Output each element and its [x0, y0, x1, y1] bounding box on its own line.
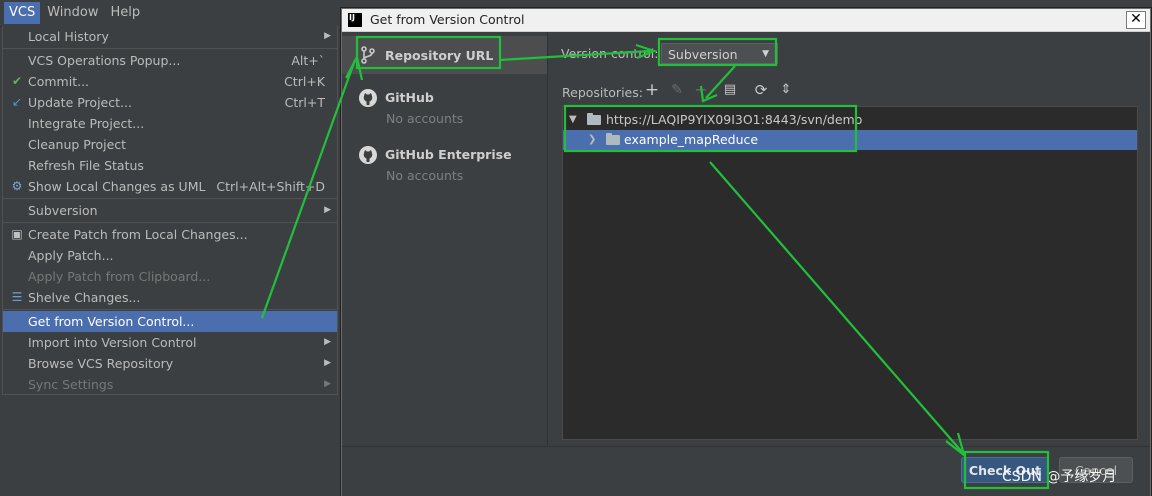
tree-row[interactable]: ▼ https://LAQIP9YIX09I3O1:8443/svn/demo [563, 110, 1137, 130]
shelve-icon: ☰ [11, 290, 23, 304]
menubar-item-help[interactable]: Help [106, 2, 146, 24]
menu-item-label: Apply Patch from Clipboard... [28, 269, 211, 284]
menu-item-shortcut: Ctrl+Alt+Shift+D [216, 179, 325, 194]
menu-separator [3, 198, 337, 199]
menu-separator [3, 222, 337, 223]
menu-item-label: Cleanup Project [28, 137, 127, 152]
repositories-tree[interactable]: ▼ https://LAQIP9YIX09I3O1:8443/svn/demo … [562, 106, 1138, 440]
menu-item-shelve-changes[interactable]: ☰ Shelve Changes... [3, 287, 337, 308]
menu-item-label: Integrate Project... [28, 116, 145, 131]
menu-backdrop [0, 395, 338, 496]
submenu-arrow-icon: ▶ [324, 358, 331, 368]
sidebar-item-repository-url[interactable]: Repository URL [342, 36, 547, 74]
folder-icon [606, 133, 620, 145]
version-control-value: Subversion [668, 47, 738, 62]
menu-item-apply-patch[interactable]: Apply Patch... [3, 245, 337, 266]
menu-item-apply-patch-from-clipboard: Apply Patch from Clipboard... [3, 266, 337, 287]
patch-icon: ▣ [11, 227, 23, 241]
submenu-arrow-icon: ▶ [324, 379, 331, 389]
branch-icon [361, 46, 375, 64]
dialog-sidebar: Repository URL GitHub No accounts GitHub… [342, 32, 548, 445]
edit-icon: ✎ [671, 82, 683, 98]
chevron-down-icon[interactable]: ▼ [569, 110, 577, 130]
remove-icon: − [694, 80, 708, 99]
menu-item-label: Commit... [28, 74, 90, 89]
menubar-item-vcs[interactable]: VCS [4, 2, 41, 24]
menu-separator [3, 48, 337, 49]
submenu-arrow-icon: ▶ [324, 205, 331, 215]
menu-item-label: Show Local Changes as UML [28, 179, 206, 194]
menu-item-label: Import into Version Control [28, 335, 197, 350]
menu-item-label: Sync Settings [28, 377, 114, 392]
tree-row-label: https://LAQIP9YIX09I3O1:8443/svn/demo [606, 112, 863, 127]
menu-item-label: Get from Version Control... [28, 314, 195, 329]
menu-item-browse-vcs-repository[interactable]: Browse VCS Repository ▶ [3, 353, 337, 374]
menu-item-sync-settings: Sync Settings ▶ [3, 374, 337, 395]
menu-item-update-project[interactable]: ↙ Update Project... Ctrl+T [3, 92, 337, 113]
menu-item-shortcut: Ctrl+K [284, 74, 325, 89]
menu-item-import-into-version-control[interactable]: Import into Version Control ▶ [3, 332, 337, 353]
menu-item-label: Shelve Changes... [28, 290, 141, 305]
menu-item-create-patch-from-local-changes[interactable]: ▣ Create Patch from Local Changes... [3, 224, 337, 245]
sidebar-item-github[interactable]: GitHub No accounts [342, 80, 547, 126]
menu-item-show-local-changes-as-uml[interactable]: ⚙ Show Local Changes as UML Ctrl+Alt+Shift… [3, 176, 337, 197]
check-icon: ✔ [11, 74, 23, 88]
menu-item-subversion[interactable]: Subversion ▶ [3, 200, 337, 221]
menu-item-commit[interactable]: ✔ Commit... Ctrl+K [3, 71, 337, 92]
menu-item-label: Local History [28, 29, 109, 44]
sidebar-item-label: Repository URL [385, 48, 494, 63]
menu-item-label: Create Patch from Local Changes... [28, 227, 248, 242]
menu-item-vcs-operations-popup[interactable]: VCS Operations Popup... Alt+` [3, 50, 337, 71]
submenu-arrow-icon: ▶ [324, 31, 331, 41]
menu-item-shortcut: Alt+` [291, 53, 325, 68]
watermark: CSDN @予缘岁月 [1002, 469, 1117, 485]
intellij-logo-icon: IJ [348, 13, 362, 27]
dialog-title: Get from Version Control [370, 12, 525, 27]
github-icon [359, 146, 377, 164]
github-icon [359, 89, 377, 107]
menu-item-label: Apply Patch... [28, 248, 114, 263]
dialog-content: Version control: Subversion ▼ Repositori… [548, 32, 1150, 445]
menu-item-shortcut: Ctrl+T [284, 95, 325, 110]
update-arrow-icon: ↙ [11, 95, 23, 109]
menu-item-label: Refresh File Status [28, 158, 144, 173]
clipboard-icon[interactable]: ▤ [722, 82, 738, 98]
sidebar-item-label: GitHub Enterprise [385, 147, 512, 162]
refresh-icon[interactable]: ⟳ [753, 82, 769, 98]
main-menubar: VCS Window Help [0, 0, 338, 27]
tree-row[interactable]: ❯ example_mapReduce [563, 130, 1137, 150]
menu-item-refresh-file-status[interactable]: Refresh File Status [3, 155, 337, 176]
sidebar-item-label: GitHub [385, 90, 434, 105]
menubar-item-window[interactable]: Window [42, 2, 103, 24]
version-control-combo[interactable]: Subversion ▼ [661, 43, 778, 64]
submenu-arrow-icon: ▶ [324, 337, 331, 347]
menu-item-label: Browse VCS Repository [28, 356, 174, 371]
menu-separator [3, 309, 337, 310]
menu-item-label: VCS Operations Popup... [28, 53, 181, 68]
close-icon: ✕ [1130, 11, 1142, 27]
collapse-all-icon[interactable]: ⇕ [778, 82, 794, 98]
sidebar-item-sublabel: No accounts [386, 168, 464, 183]
sidebar-item-sublabel: No accounts [386, 111, 464, 126]
add-icon[interactable]: + [644, 82, 660, 99]
menu-item-label: Update Project... [28, 95, 132, 110]
version-control-label: Version control: [561, 46, 659, 61]
menu-item-get-from-version-control[interactable]: Get from Version Control... [3, 311, 337, 332]
uml-icon: ⚙ [11, 179, 23, 193]
chevron-down-icon: ▼ [762, 49, 769, 59]
close-button[interactable]: ✕ [1126, 11, 1146, 29]
vcs-dropdown-menu: Local History ▶ VCS Operations Popup... Alt… [2, 26, 338, 395]
repositories-label: Repositories: [562, 85, 643, 100]
menu-item-integrate-project[interactable]: Integrate Project... [3, 113, 337, 134]
menu-item-label: Subversion [28, 203, 98, 218]
sidebar-item-github-enterprise[interactable]: GitHub Enterprise No accounts [342, 137, 547, 183]
folder-icon [587, 113, 601, 125]
menu-item-cleanup-project[interactable]: Cleanup Project [3, 134, 337, 155]
dialog-titlebar: IJ Get from Version Control ✕ [342, 9, 1150, 32]
tree-row-label: example_mapReduce [624, 132, 759, 147]
menu-item-local-history[interactable]: Local History ▶ [3, 26, 337, 47]
get-from-vcs-dialog: IJ Get from Version Control ✕ Repository… [341, 8, 1151, 496]
chevron-right-icon[interactable]: ❯ [588, 130, 596, 150]
